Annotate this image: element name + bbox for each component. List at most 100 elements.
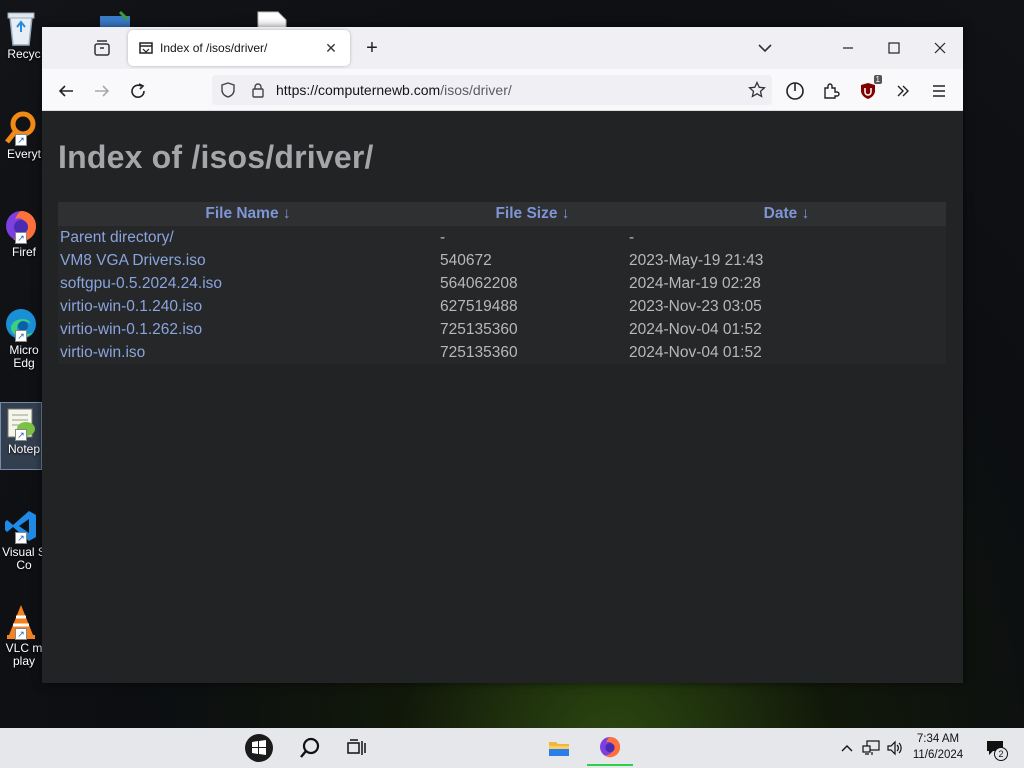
tracking-protection-shield-icon[interactable] [220,82,236,98]
reload-icon [131,83,145,98]
desktop-icon-vscode[interactable]: ↗ Visual S Co [0,506,42,588]
notification-count-badge: 2 [994,747,1008,761]
file-size: 725135360 [440,343,518,361]
desktop-icon-label-line2: Edg [13,356,35,370]
column-header-date[interactable]: Date ↓ [627,202,946,226]
windows-logo-icon [245,734,273,762]
start-button[interactable] [240,730,278,766]
desktop-icon-edge[interactable]: ↗ Micro Edg [0,304,42,386]
lock-icon[interactable] [250,82,266,98]
forward-button[interactable] [88,77,116,105]
column-header-file-name[interactable]: File Name ↓ [58,202,438,226]
puzzle-piece-icon [824,83,840,99]
file-link[interactable]: virtio-win-0.1.240.iso [60,298,202,315]
desktop-icon-label-line2: Co [16,558,32,572]
network-status[interactable] [860,728,882,768]
file-link[interactable]: virtio-win-0.1.262.iso [60,321,202,338]
file-size: 564062208 [440,274,518,292]
url-host: https://computernewb.com [276,82,441,98]
firefox-view-icon [94,40,110,56]
search-button[interactable] [291,730,329,766]
file-size: 627519488 [440,297,518,315]
file-date: 2023-May-19 21:43 [629,251,764,269]
address-bar[interactable]: https://computernewb.com/isos/driver/ [212,75,772,105]
file-size: 540672 [440,251,492,269]
firefox-icon [600,737,621,758]
timer-circle-icon [786,82,804,100]
desktop-icon-label-line2: play [12,654,35,668]
bookmark-star-icon[interactable] [748,81,766,99]
desktop-icon-partial-file[interactable] [256,10,288,29]
url-text[interactable]: https://computernewb.com/isos/driver/ [276,82,512,98]
navigation-bar: https://computernewb.com/isos/driver/ 1 [42,69,963,111]
system-clock[interactable]: 7:34 AM 11/6/2024 [906,731,970,763]
arrow-right-icon [95,85,110,97]
firefox-view-button[interactable] [82,32,122,64]
sort-by-size-link[interactable]: File Size ↓ [495,205,569,222]
taskbar-file-explorer[interactable] [540,730,578,766]
sort-by-date-link[interactable]: Date ↓ [764,205,810,222]
chevron-down-icon [758,44,772,53]
firefox-icon: ↗ [1,206,41,246]
parent-directory-link[interactable]: Parent directory/ [60,229,174,246]
volume-button[interactable] [884,728,906,768]
extension-badge: 1 [873,75,882,84]
browser-window: Index of /isos/driver/ ✕ + https://compu… [42,27,963,683]
table-row: virtio-win-0.1.262.iso 725135360 2024-No… [58,318,946,341]
table-row: softgpu-0.5.2024.24.iso 564062208 2024-M… [58,272,946,295]
close-window-button[interactable] [925,35,955,61]
pocket-button[interactable] [781,77,809,105]
desktop-icon-partial[interactable] [98,10,134,28]
more-tools-button[interactable] [889,77,917,105]
app-menu-button[interactable] [925,77,953,105]
table-header-row: File Name ↓ File Size ↓ Date ↓ [58,202,946,226]
file-date: - [629,228,635,246]
directory-listing-table: File Name ↓ File Size ↓ Date ↓ Parent di… [58,202,946,364]
file-link[interactable]: virtio-win.iso [60,344,145,361]
ublock-origin-button[interactable]: 1 [854,75,882,105]
desktop-icon-notepadpp[interactable]: ↗ Notep [0,402,42,470]
new-tab-button[interactable]: + [360,36,384,60]
minimize-button[interactable] [833,35,863,61]
desktop-icon-vlc[interactable]: ↗ VLC m play [0,602,42,684]
list-all-tabs-button[interactable] [750,35,780,61]
file-link[interactable]: VM8 VGA Drivers.iso [60,252,206,269]
directory-favicon-icon [139,42,153,54]
column-header-file-size[interactable]: File Size ↓ [438,202,627,226]
maximize-button[interactable] [879,35,909,61]
tab-active[interactable]: Index of /isos/driver/ ✕ [128,30,350,66]
search-icon [300,737,320,758]
notification-center-button[interactable]: 2 [980,728,1010,768]
file-date: 2024-Nov-04 01:52 [629,343,762,361]
folder-icon [549,742,569,756]
table-row: Parent directory/ - - [58,226,946,249]
url-path: /isos/driver/ [440,82,512,98]
reload-button[interactable] [124,77,152,105]
desktop-icon-label: Firef [12,245,36,259]
sort-by-name-link[interactable]: File Name ↓ [205,205,290,222]
minimize-icon [843,47,853,49]
file-link[interactable]: softgpu-0.5.2024.24.iso [60,275,222,292]
file-size: 725135360 [440,320,518,338]
double-chevron-right-icon [897,85,909,97]
close-icon [934,42,946,54]
tab-close-icon[interactable]: ✕ [322,40,340,57]
desktop-icon-label: Recyc [7,47,41,61]
file-date: 2023-Nov-23 03:05 [629,297,762,315]
page-content: Index of /isos/driver/ File Name ↓ File … [42,111,963,683]
desktop-icon-recycle-bin[interactable]: Recyc [0,8,42,76]
extensions-button[interactable] [817,77,845,105]
file-size: - [440,228,446,246]
show-hidden-icons-button[interactable] [838,728,856,768]
tab-title: Index of /isos/driver/ [160,41,268,55]
clock-time: 7:34 AM [916,733,960,745]
taskbar-firefox[interactable] [587,730,633,766]
task-view-button[interactable] [338,730,376,766]
taskbar: 7:34 AM 11/6/2024 2 [0,728,1024,768]
desktop-icon-firefox[interactable]: ↗ Firef [0,206,42,274]
desktop-icon-everything[interactable]: ↗ Everyt [0,108,42,176]
everything-search-icon: ↗ [1,108,41,148]
file-date: 2024-Mar-19 02:28 [629,274,761,292]
back-button[interactable] [52,77,80,105]
page-title: Index of /isos/driver/ [58,139,374,175]
